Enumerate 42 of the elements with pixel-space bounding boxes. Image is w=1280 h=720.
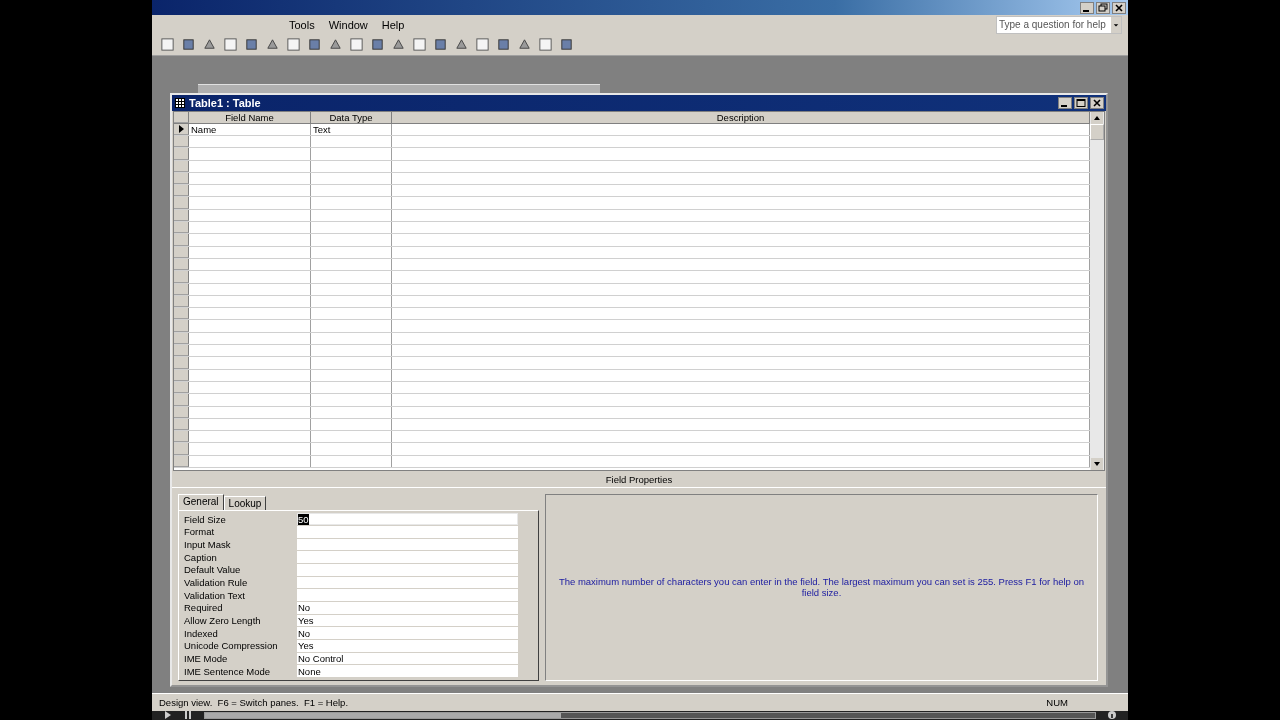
help-search-field[interactable]: Type a question for help [996,15,1122,34]
property-label: Field Size [184,513,227,525]
property-value: No Control [298,653,344,665]
property-value: No [298,627,311,639]
property-field[interactable]: Yes [297,614,518,627]
status-text: Design view. F6 = Switch panes. F1 = Help. [159,696,349,708]
section-title: Field Properties [172,472,1106,488]
window-title: Table1 : Table [189,96,262,109]
property-value: Yes [298,615,314,626]
property-field[interactable]: 50 [297,513,518,525]
tab[interactable]: General [178,493,224,510]
property-value: Yes [298,640,314,652]
property-value: None [298,665,321,677]
status-indicator: NUM [1046,696,1068,708]
property-label: Default Value [184,564,242,576]
property-field[interactable]: No [297,627,518,640]
property-label: Input Mask [184,538,232,550]
property-label: Validation Text [184,589,246,601]
property-label: IME Mode [184,653,229,665]
column-header: Data Type [311,111,392,123]
menu-item[interactable]: Window [328,18,368,31]
property-label: Allow Zero Length [184,615,262,626]
column-header: Field Name [189,111,311,123]
menu-item[interactable]: Help [381,18,405,31]
property-value: 50 [298,513,309,525]
property-field[interactable]: Yes [297,640,518,652]
property-value: No [298,602,311,614]
property-label: Validation Rule [184,576,249,588]
property-label: IME Sentence Mode [184,665,272,677]
table-cell[interactable]: Name [189,123,311,135]
tab[interactable]: Lookup [223,495,267,510]
property-label: Unicode Compression [184,640,279,652]
property-label: Indexed [184,627,219,639]
help-text: The maximum number of characters you can enter in the field. The largest maximum you can set is 255. Press F1 for help on field size. [557,576,1086,599]
property-label: Format [184,526,216,538]
property-field[interactable]: None [297,665,518,678]
property-field[interactable]: No Control [297,652,518,665]
menu-item[interactable]: Tools [289,18,315,31]
property-field[interactable]: No [297,602,518,614]
table-cell[interactable]: Text [311,123,392,135]
property-label: Required [184,602,224,614]
property-label: Caption [184,551,218,563]
